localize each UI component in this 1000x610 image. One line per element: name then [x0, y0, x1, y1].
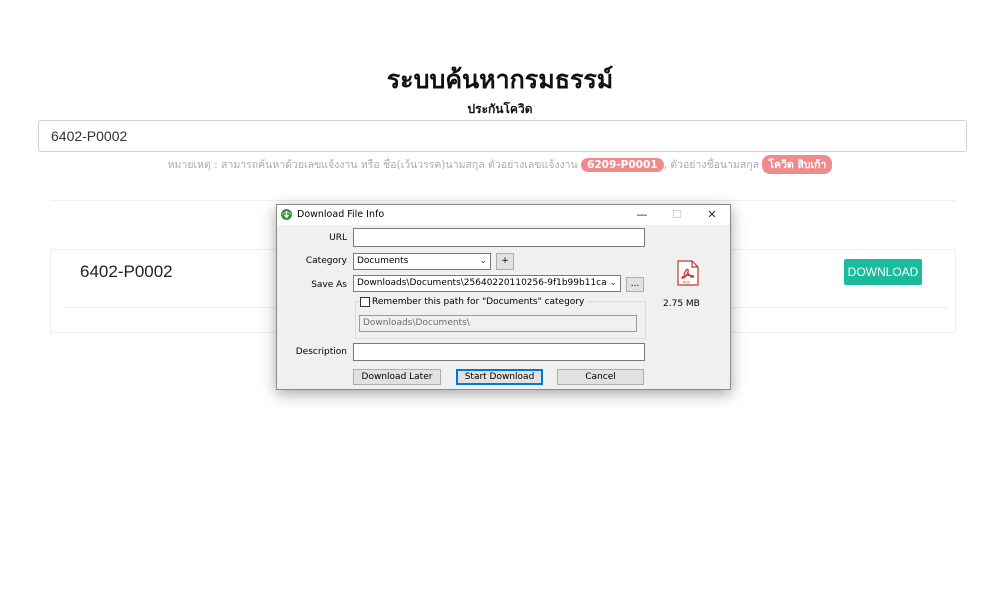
- category-select[interactable]: Documents ⌄: [353, 253, 491, 270]
- file-size: 2.75 MB: [663, 299, 700, 309]
- url-field[interactable]: [353, 228, 645, 247]
- close-button[interactable]: ✕: [701, 207, 723, 223]
- hint-mid-text: , ตัวอย่างชื่อนามสกุล: [663, 159, 760, 171]
- remember-path-label[interactable]: Remember this path for "Documents" categ…: [372, 297, 588, 307]
- chevron-down-icon: ⌄: [479, 256, 487, 266]
- url-label: URL: [329, 233, 347, 243]
- globe-download-icon: [280, 208, 293, 221]
- search-hint: หมายเหตุ : สามารถค้นหาด้วยเลขแจ้งงาน หรื…: [0, 155, 1000, 174]
- save-as-label: Save As: [311, 280, 347, 290]
- add-category-button[interactable]: +: [496, 253, 514, 270]
- pdf-file-icon: PDF: [677, 260, 699, 286]
- cancel-button[interactable]: Cancel: [557, 369, 644, 385]
- page-subtitle: ประกันโควิด: [467, 102, 533, 116]
- start-download-button[interactable]: Start Download: [456, 369, 543, 385]
- description-field[interactable]: [353, 343, 645, 361]
- category-label: Category: [305, 256, 347, 266]
- page-title: ระบบค้นหากรมธรรม์: [386, 65, 614, 94]
- hint-text: หมายเหตุ : สามารถค้นหาด้วยเลขแจ้งงาน หรื…: [167, 159, 578, 171]
- dialog-title: Download File Info: [297, 209, 385, 220]
- save-as-value: Downloads\Documents\25640220110256-9f1b9…: [357, 278, 607, 288]
- remember-path-checkbox[interactable]: [360, 297, 370, 307]
- chevron-down-icon: ⌄: [609, 278, 617, 288]
- dialog-titlebar[interactable]: Download File Info — ☐ ✕: [277, 205, 730, 225]
- minimize-button[interactable]: —: [631, 207, 653, 223]
- hint-example-name: โควิด สิบเก้า: [762, 155, 833, 174]
- description-label: Description: [295, 347, 347, 357]
- browse-button[interactable]: ...: [626, 277, 644, 292]
- save-as-select[interactable]: Downloads\Documents\25640220110256-9f1b9…: [353, 275, 621, 292]
- remember-path-value: Downloads\Documents\: [363, 318, 470, 328]
- search-input[interactable]: [38, 120, 967, 152]
- svg-text:PDF: PDF: [683, 281, 690, 285]
- download-button[interactable]: DOWNLOAD: [844, 259, 922, 285]
- hint-example-code: 6209-P0001: [581, 158, 664, 172]
- remember-path-field: Downloads\Documents\: [359, 315, 637, 332]
- download-file-info-dialog: Download File Info — ☐ ✕ URL Category Do…: [276, 204, 731, 390]
- result-code: 6402-P0002: [80, 262, 173, 281]
- category-value: Documents: [357, 256, 409, 266]
- download-later-button[interactable]: Download Later: [353, 369, 441, 385]
- divider: [50, 200, 956, 201]
- maximize-button[interactable]: ☐: [666, 207, 688, 223]
